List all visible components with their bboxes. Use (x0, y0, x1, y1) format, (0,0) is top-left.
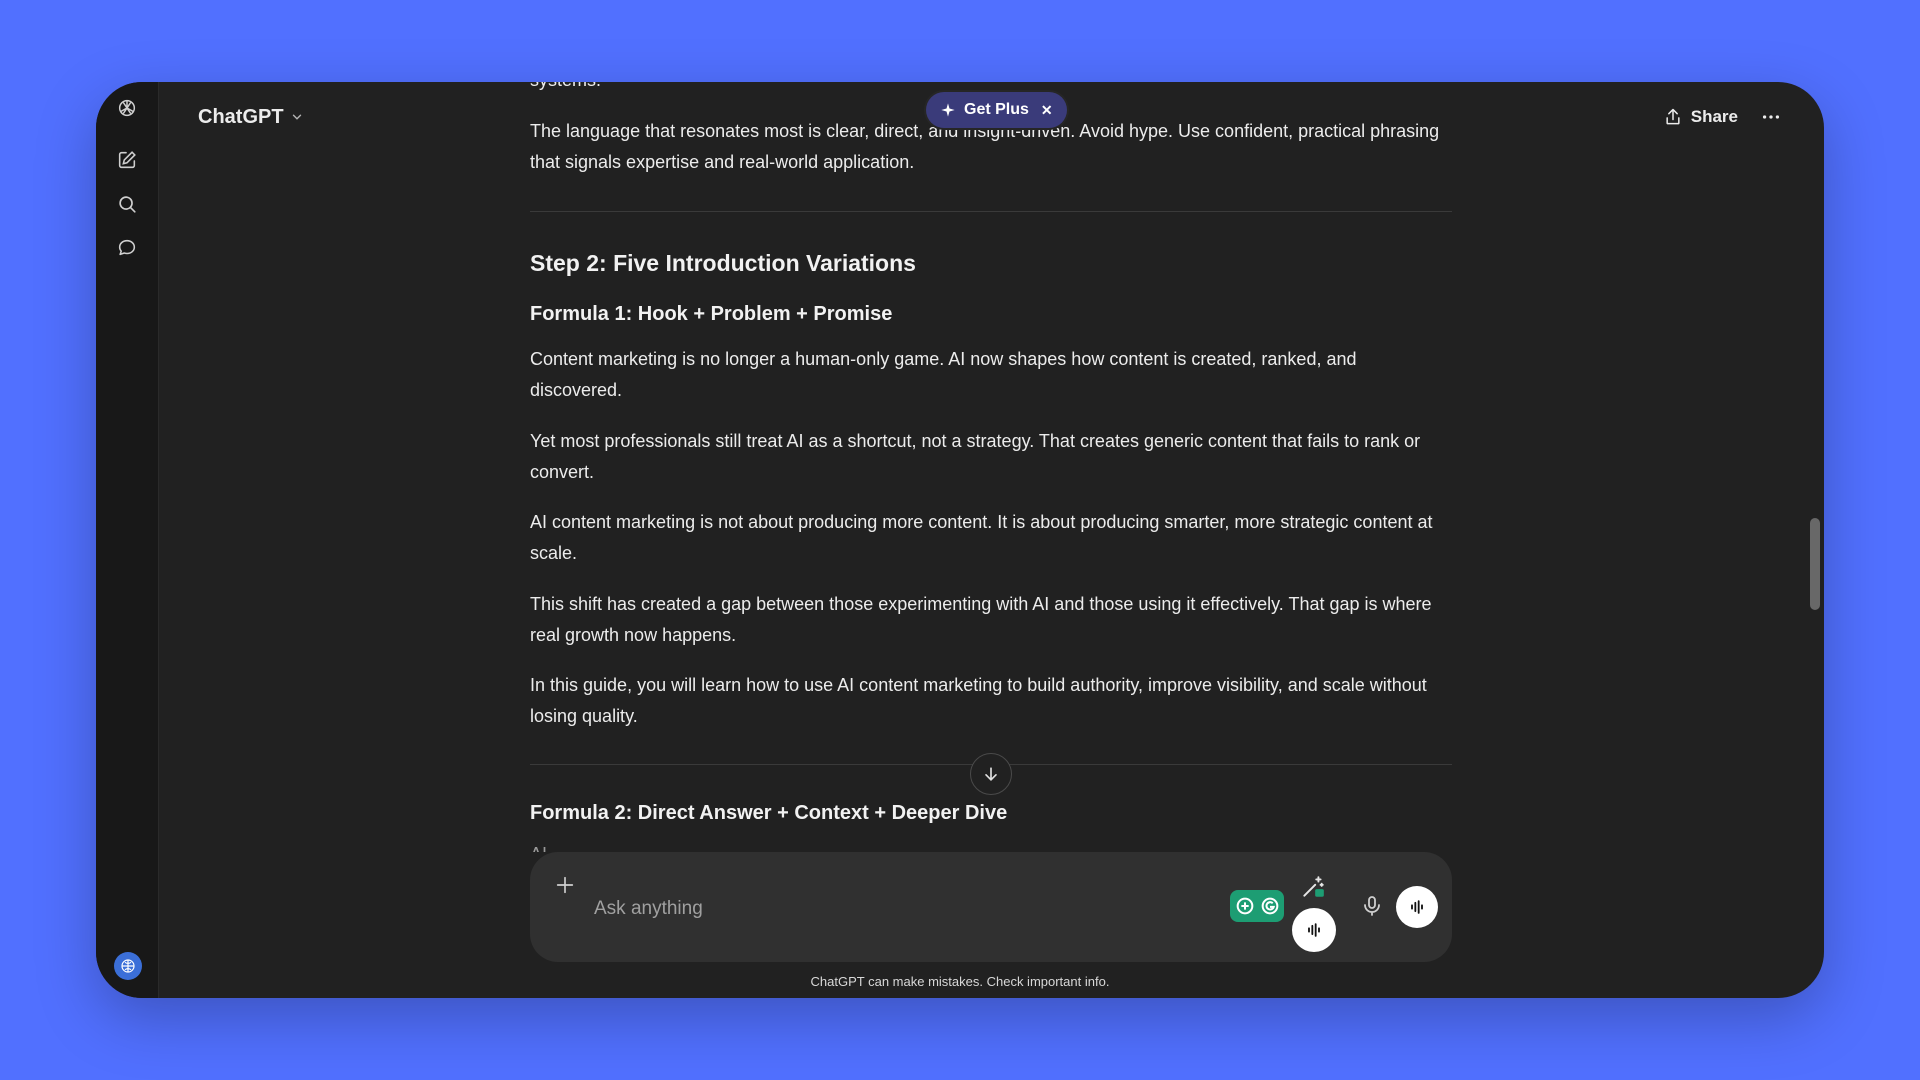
microphone-icon[interactable] (1360, 894, 1384, 918)
paragraph: Yet most professionals still treat AI as… (530, 431, 1421, 482)
model-selector[interactable]: ChatGPT (198, 102, 304, 132)
formula1-heading: Formula 1: Hook + Problem + Promise (530, 303, 893, 325)
share-button[interactable]: Share (1663, 102, 1738, 132)
share-icon (1666, 108, 1680, 125)
paragraph: AI content marketing is not about produc… (530, 512, 1433, 563)
divider (530, 211, 1452, 212)
formula2-heading: Formula 2: Direct Answer + Context + Dee… (530, 802, 1008, 824)
grammarly-extension-icon[interactable] (1230, 890, 1284, 922)
paragraph: In this guide, you will learn how to use… (530, 675, 1427, 726)
scrollbar-thumb[interactable] (1810, 518, 1820, 610)
get-plus-button[interactable]: Get Plus ✕ (926, 92, 1067, 128)
paragraph: Content marketing is no longer a human-o… (530, 349, 1357, 400)
waveform-icon (1411, 900, 1423, 914)
scrollbar[interactable] (1804, 82, 1824, 998)
scroll-to-bottom-button[interactable] (970, 753, 1012, 795)
cutoff-text: systems. (530, 82, 601, 91)
model-label: ChatGPT (198, 105, 284, 128)
voice-mode-button[interactable] (1396, 886, 1438, 928)
chevron-down-icon (292, 114, 301, 120)
conversation-scroll-area[interactable]: systems. The language that resonates mos… (530, 82, 1452, 852)
new-chat-icon[interactable] (115, 148, 139, 172)
add-attachment-icon[interactable] (552, 872, 578, 898)
close-icon[interactable]: ✕ (1041, 102, 1053, 119)
more-options-icon[interactable] (1756, 102, 1786, 132)
arrow-down-icon (985, 767, 997, 782)
chat-window: ChatGPT systems. The language that reson… (96, 82, 1824, 998)
get-plus-label: Get Plus (964, 101, 1029, 118)
chats-icon[interactable] (115, 236, 139, 260)
paragraph: This shift has created a gap between tho… (530, 594, 1432, 645)
share-label: Share (1690, 107, 1738, 126)
sparkle-icon (941, 103, 955, 117)
search-icon[interactable] (115, 192, 139, 216)
disclaimer-text: ChatGPT can make mistakes. Check importa… (810, 974, 1110, 989)
message-input[interactable]: Ask anything (594, 898, 703, 920)
openai-logo-icon[interactable] (115, 96, 139, 120)
partial-text: AI (530, 844, 547, 852)
sidebar-rail (96, 82, 159, 998)
voice-waveform-icon[interactable] (1292, 908, 1336, 952)
step2-heading: Step 2: Five Introduction Variations (530, 250, 916, 276)
composer: Ask anything (530, 852, 1452, 962)
writing-assistant-icon[interactable] (1300, 874, 1326, 900)
